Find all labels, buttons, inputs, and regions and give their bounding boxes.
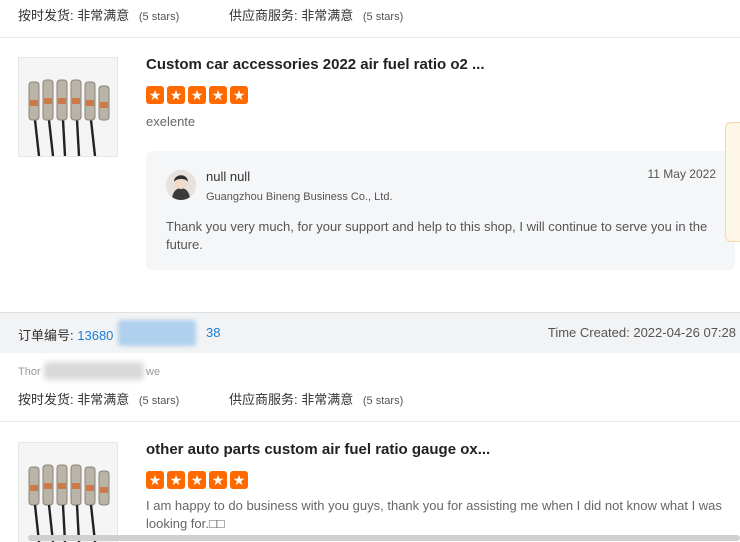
reply-company: Guangzhou Bineng Business Co., Ltd. <box>206 191 393 203</box>
delivery-rating-bottom: 按时发货: 非常满意 (5 stars) <box>18 389 179 408</box>
avatar <box>166 170 196 200</box>
oxygen-sensor-image <box>19 443 117 542</box>
order-number-suffix[interactable]: 38 <box>206 325 220 340</box>
star-icon: ★ <box>230 471 248 489</box>
star-icon: ★ <box>209 471 227 489</box>
order-link[interactable]: 13680 <box>77 328 113 343</box>
order-label: 订单编号: <box>18 328 74 343</box>
review-text: exelente <box>146 114 196 129</box>
buyer-name-start: Thor <box>18 366 41 378</box>
buyer-name: Thor <box>18 366 41 378</box>
star-icon: ★ <box>230 86 248 104</box>
delivery-label: 按时发货: <box>18 392 74 407</box>
horizontal-scrollbar[interactable] <box>28 535 740 541</box>
user-avatar-icon <box>166 170 196 200</box>
service-stars: (5 stars) <box>362 11 404 23</box>
service-label: 供应商服务: <box>229 392 298 407</box>
rating-stars: ★ ★ ★ ★ ★ <box>146 86 248 104</box>
order-header: 订单编号: 13680 38 Time Created: 2022-04-26 … <box>0 312 740 353</box>
review-text: I am happy to do business with you guys,… <box>146 498 722 531</box>
service-value: 非常满意 <box>301 392 354 407</box>
reply-author: null null <box>206 169 251 184</box>
service-rating-top: 供应商服务: 非常满意 (5 stars) <box>229 5 403 24</box>
divider <box>0 421 740 422</box>
star-icon: ★ <box>146 86 164 104</box>
redacted-buyer-name <box>44 362 144 380</box>
delivery-value: 非常满意 <box>77 8 130 23</box>
service-value: 非常满意 <box>301 8 354 23</box>
delivery-rating-top: 按时发货: 非常满意 (5 stars) <box>18 5 179 24</box>
service-rating-bottom: 供应商服务: 非常满意 (5 stars) <box>229 389 403 408</box>
product-title[interactable]: Custom car accessories 2022 air fuel rat… <box>146 56 485 73</box>
oxygen-sensor-image <box>19 58 117 156</box>
side-panel-tab[interactable] <box>725 122 740 242</box>
delivery-label: 按时发货: <box>18 8 74 23</box>
star-icon: ★ <box>188 471 206 489</box>
star-icon: ★ <box>146 471 164 489</box>
time-created: Time Created: 2022-04-26 07:28 <box>547 325 736 340</box>
delivery-stars: (5 stars) <box>138 395 180 407</box>
service-label: 供应商服务: <box>229 8 298 23</box>
redacted-order-number <box>118 320 196 346</box>
star-icon: ★ <box>188 86 206 104</box>
buyer-name-end: we <box>146 366 161 378</box>
product-thumbnail[interactable] <box>18 57 118 157</box>
star-icon: ★ <box>209 86 227 104</box>
service-stars: (5 stars) <box>362 395 404 407</box>
delivery-stars: (5 stars) <box>138 11 180 23</box>
seller-reply: null null Guangzhou Bineng Business Co.,… <box>146 151 735 270</box>
order-number: 订单编号: 13680 <box>18 325 113 344</box>
reply-text: Thank you very much, for your support an… <box>166 219 708 252</box>
product-thumbnail[interactable] <box>18 442 118 542</box>
product-title[interactable]: other auto parts custom air fuel ratio g… <box>146 441 490 458</box>
divider <box>0 37 740 38</box>
delivery-value: 非常满意 <box>77 392 130 407</box>
star-icon: ★ <box>167 86 185 104</box>
reply-date: 11 May 2022 <box>647 167 717 181</box>
star-icon: ★ <box>167 471 185 489</box>
rating-stars: ★ ★ ★ ★ ★ <box>146 471 248 489</box>
